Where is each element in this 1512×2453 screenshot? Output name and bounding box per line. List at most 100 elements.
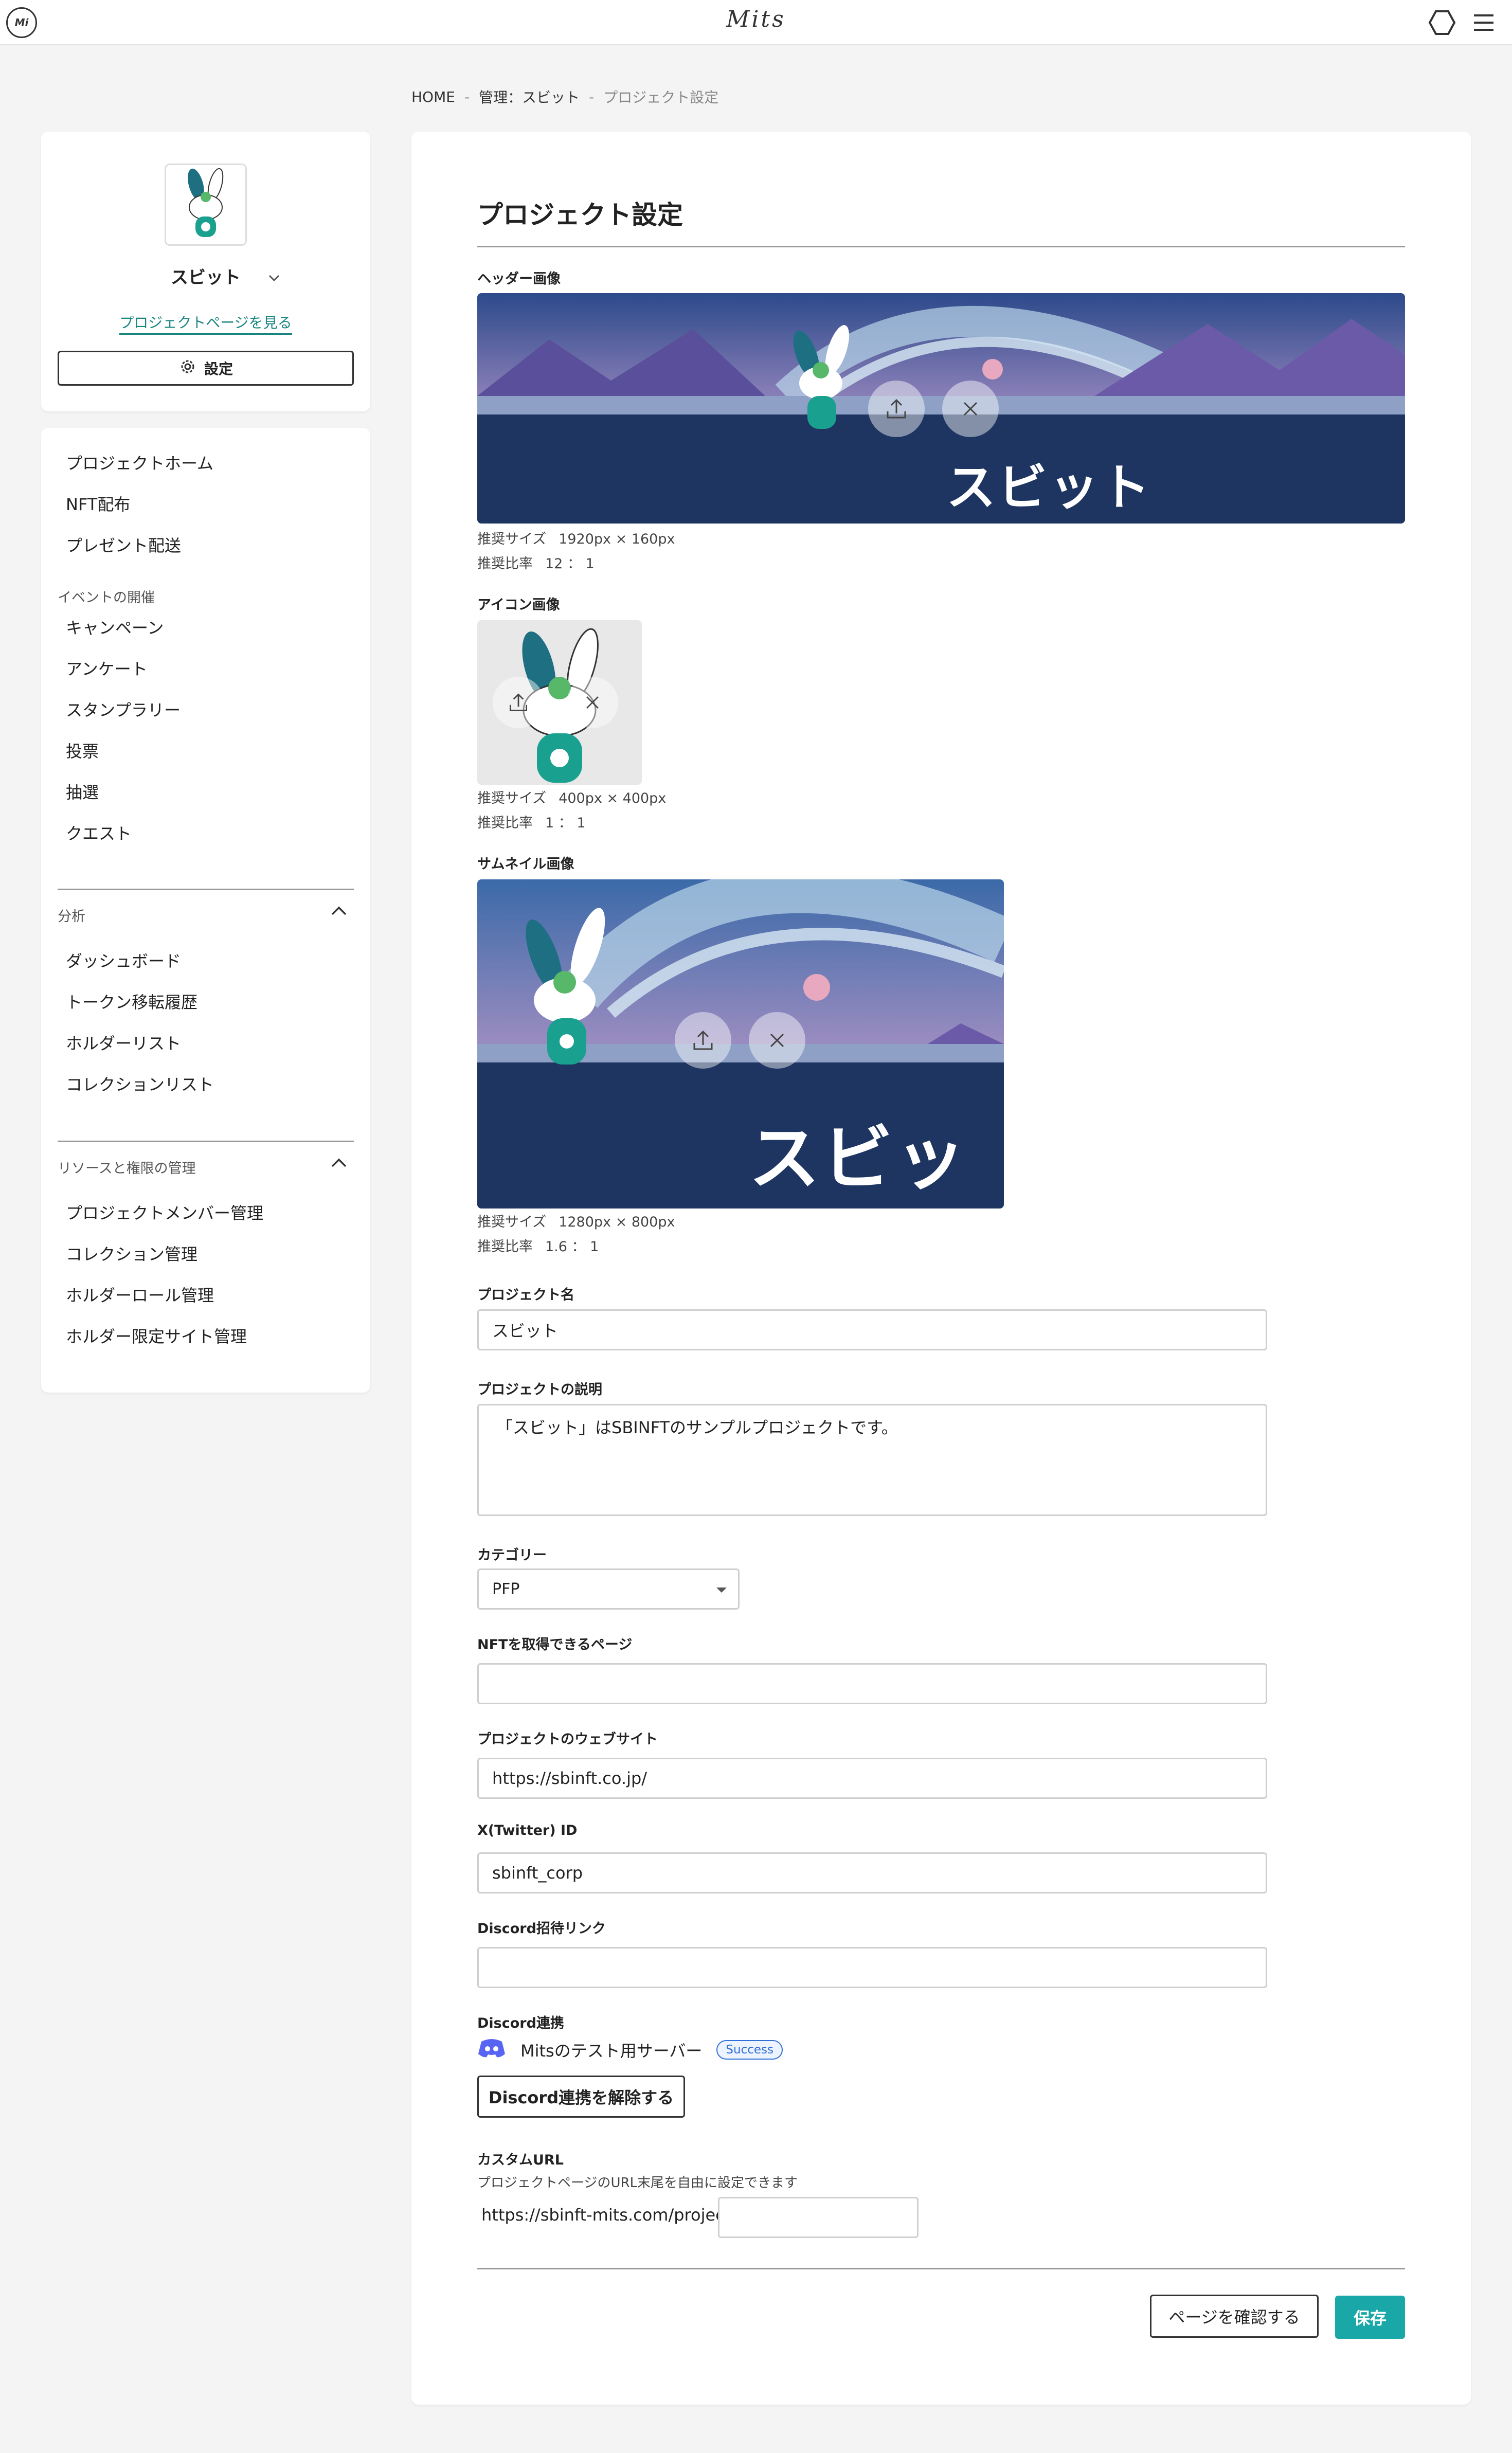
hexagon-icon[interactable] — [1428, 8, 1456, 39]
icon-image-label: アイコン画像 — [477, 597, 560, 613]
title-divider — [477, 246, 1405, 247]
caret-down-icon — [716, 1588, 727, 1593]
thumbnail-recommended-ratio: 推奨比率 1.6 ： 1 — [477, 1239, 599, 1255]
sidebar-item-token-transfer-history[interactable]: トークン移転履歴 — [66, 989, 197, 1013]
icon-remove-button[interactable] — [567, 677, 618, 728]
custom-url-label: カスタムURL — [477, 2152, 564, 2168]
header-recommended-size: 推奨サイズ 1920px × 160px — [477, 531, 675, 547]
category-select[interactable]: PFP — [477, 1568, 740, 1610]
close-icon — [582, 692, 603, 713]
discord-icon — [477, 2037, 506, 2062]
icon-recommended-size: 推奨サイズ 400px × 400px — [477, 790, 667, 806]
chevron-up-icon[interactable] — [330, 1157, 348, 1171]
gear-icon — [178, 357, 197, 380]
custom-url-prefix: https://sbinft-mits.com/project/ — [481, 2205, 737, 2225]
project-settings-card: プロジェクト設定 ヘッダー画像 スビット 推奨サイズ 1920px × 160p… — [411, 132, 1471, 2405]
upload-icon — [507, 691, 530, 714]
sidebar-item-collection-list[interactable]: コレクションリスト — [66, 1072, 214, 1095]
header-recommended-ratio: 推奨比率 12 ： 1 — [477, 556, 595, 572]
discord-link-label: Discord連携 — [477, 2015, 564, 2031]
status-badge: Success — [716, 2040, 783, 2060]
sidebar-item-collection-management[interactable]: コレクション管理 — [66, 1241, 197, 1265]
breadcrumb-home[interactable]: HOME — [411, 88, 455, 105]
close-icon — [959, 398, 982, 420]
discord-unlink-button[interactable]: Discord連携を解除する — [477, 2076, 685, 2118]
twitter-id-label: X(Twitter) ID — [477, 1823, 578, 1838]
breadcrumb: HOME - 管理：スビット - プロジェクト設定 — [411, 86, 718, 107]
view-project-page-text[interactable]: プロジェクトページを見る — [119, 314, 292, 335]
category-label: カテゴリー — [477, 1547, 547, 1563]
breadcrumb-separator: - — [464, 88, 470, 105]
icon-recommended-ratio: 推奨比率 1 ： 1 — [477, 815, 586, 831]
preview-page-button[interactable]: ページを確認する — [1150, 2295, 1319, 2338]
upload-icon — [690, 1027, 716, 1053]
sidebar-item-holder-role-management[interactable]: ホルダーロール管理 — [66, 1283, 214, 1306]
discord-invite-label: Discord招待リンク — [477, 1921, 606, 1937]
sidebar-item-vote[interactable]: 投票 — [66, 738, 99, 762]
website-label: プロジェクトのウェブサイト — [477, 1731, 658, 1747]
project-name-input[interactable]: スビット — [477, 1309, 1267, 1350]
top-bar: Mi Mits — [0, 0, 1512, 45]
project-description-textarea[interactable]: 「スビット」はSBINFTのサンプルプロジェクトです。 — [477, 1404, 1267, 1516]
brand-logo[interactable]: Mits — [0, 6, 1512, 32]
thumbnail-image-text: スビット — [749, 1117, 968, 1200]
icon-upload-button[interactable] — [493, 677, 544, 728]
footer-divider — [477, 2268, 1405, 2269]
sidebar-group-resources[interactable]: リソースと権限の管理 — [58, 1157, 196, 1177]
nft-page-input[interactable] — [477, 1663, 1267, 1704]
sidebar-divider — [58, 1141, 354, 1142]
project-name-label: プロジェクト名 — [477, 1287, 574, 1303]
sidebar-navigation: プロジェクトホーム NFT配布 プレゼント配送 イベントの開催 キャンペーン ア… — [41, 428, 370, 1393]
nft-page-label: NFTを取得できるページ — [477, 1637, 633, 1653]
discord-invite-input[interactable] — [477, 1947, 1267, 1988]
discord-server-name: Mitsのテスト用サーバー — [520, 2041, 703, 2061]
sidebar-item-nft-distribution[interactable]: NFT配布 — [66, 492, 130, 515]
category-selected-value: PFP — [492, 1580, 520, 1598]
website-input[interactable]: https://sbinft.co.jp/ — [477, 1758, 1267, 1799]
header-upload-button[interactable] — [868, 381, 925, 437]
settings-button[interactable]: 設定 — [58, 351, 354, 386]
breadcrumb-admin[interactable]: 管理：スビット — [479, 86, 580, 107]
sidebar-item-quest[interactable]: クエスト — [66, 821, 132, 844]
sidebar-item-holder-list[interactable]: ホルダーリスト — [66, 1031, 181, 1054]
twitter-id-input[interactable]: sbinft_corp — [477, 1852, 1267, 1893]
upload-icon — [884, 396, 909, 422]
sidebar-item-stamp-rally[interactable]: スタンプラリー — [66, 697, 181, 721]
sidebar-item-project-home[interactable]: プロジェクトホーム — [66, 450, 213, 474]
chevron-up-icon[interactable] — [330, 905, 348, 919]
project-description-label: プロジェクトの説明 — [477, 1382, 602, 1398]
sidebar-item-survey[interactable]: アンケート — [66, 656, 148, 680]
sidebar-item-member-management[interactable]: プロジェクトメンバー管理 — [66, 1200, 263, 1224]
settings-button-label: 設定 — [204, 360, 233, 377]
sidebar-group-analysis[interactable]: 分析 — [58, 905, 85, 925]
sidebar-item-lottery[interactable]: 抽選 — [66, 780, 99, 803]
sidebar-item-dashboard[interactable]: ダッシュボード — [66, 948, 181, 972]
breadcrumb-separator: - — [589, 88, 595, 105]
project-profile-card: スビット プロジェクトページを見る 設定 — [41, 132, 370, 411]
header-remove-button[interactable] — [942, 381, 999, 437]
custom-url-hint: プロジェクトページのURL末尾を自由に設定できます — [477, 2175, 798, 2191]
thumbnail-image-label: サムネイル画像 — [477, 856, 574, 872]
thumbnail-image-preview: スビット — [477, 879, 1004, 1209]
discord-linked-server: Mitsのテスト用サーバー Success — [477, 2037, 783, 2062]
thumbnail-remove-button[interactable] — [749, 1012, 805, 1069]
thumbnail-upload-button[interactable] — [675, 1012, 731, 1069]
header-image-label: ヘッダー画像 — [477, 271, 561, 287]
header-image-text: スビット — [946, 459, 1152, 516]
project-name-text: スビット — [171, 267, 241, 288]
sidebar-group-events: イベントの開催 — [58, 590, 155, 606]
hamburger-menu-icon[interactable] — [1472, 11, 1496, 36]
view-project-page-link[interactable]: プロジェクトページを見る — [41, 312, 370, 335]
icon-image-preview — [477, 620, 642, 785]
breadcrumb-current: プロジェクト設定 — [603, 89, 719, 106]
save-button[interactable]: 保存 — [1335, 2296, 1405, 2339]
sidebar-item-holder-site-management[interactable]: ホルダー限定サイト管理 — [66, 1324, 247, 1347]
project-switcher[interactable]: スビット — [41, 263, 370, 288]
page-title: プロジェクト設定 — [477, 200, 683, 230]
chevron-down-icon[interactable] — [267, 267, 281, 288]
thumbnail-recommended-size: 推奨サイズ 1280px × 800px — [477, 1214, 675, 1230]
custom-url-input[interactable] — [718, 2197, 919, 2238]
sidebar-item-campaign[interactable]: キャンペーン — [66, 615, 164, 639]
close-icon — [766, 1029, 788, 1052]
sidebar-item-present-delivery[interactable]: プレゼント配送 — [66, 533, 181, 556]
